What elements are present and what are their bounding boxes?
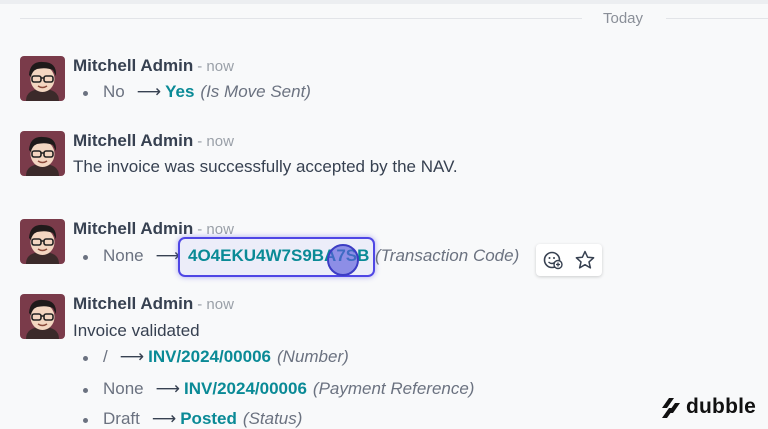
add-reaction-icon[interactable] — [542, 249, 564, 271]
arrow-right-icon: ⟶ — [136, 82, 162, 101]
field-name: (Is Move Sent) — [200, 82, 311, 101]
tracking-value: None ⟶ — [83, 246, 184, 266]
bullet — [83, 356, 88, 361]
new-value: Yes — [165, 82, 195, 101]
field-name: (Status) — [242, 409, 303, 428]
arrow-right-icon: ⟶ — [119, 347, 145, 366]
message-actions — [536, 244, 602, 276]
arrow-right-icon: ⟶ — [155, 246, 181, 265]
star-icon[interactable] — [574, 249, 596, 271]
tracking-value: No ⟶ Yes (Is Move Sent) — [83, 82, 311, 102]
message-body: Invoice validated — [73, 321, 200, 340]
old-value: / — [103, 347, 108, 366]
arrow-right-icon: ⟶ — [151, 409, 177, 428]
field-name: (Transaction Code) — [375, 246, 520, 265]
new-value: INV/2024/00006 — [148, 347, 271, 366]
message-time: - now — [197, 133, 234, 150]
tracking-value: Draft ⟶ Posted (Status) — [83, 409, 303, 429]
old-value: None — [103, 246, 144, 265]
old-value: None — [103, 379, 144, 398]
message-header: Mitchell Admin - now — [73, 56, 234, 76]
author-name[interactable]: Mitchell Admin — [73, 294, 193, 313]
date-divider-left — [20, 18, 582, 19]
tracking-value: / ⟶ INV/2024/00006 (Number) — [83, 347, 349, 367]
avatar[interactable] — [20, 56, 65, 101]
bullet — [83, 418, 88, 423]
message-time: - now — [197, 58, 234, 75]
field-name: (Payment Reference) — [312, 379, 475, 398]
avatar[interactable] — [20, 219, 65, 264]
new-value: Posted — [180, 409, 237, 428]
tracking-value: None ⟶ INV/2024/00006 (Payment Reference) — [83, 379, 475, 399]
bullet — [83, 388, 88, 393]
field-name: (Number) — [277, 347, 349, 366]
message-header: Mitchell Admin - now — [73, 131, 234, 151]
arrow-right-icon: ⟶ — [155, 379, 181, 398]
avatar[interactable] — [20, 131, 65, 176]
new-value: INV/2024/00006 — [184, 379, 307, 398]
avatar[interactable] — [20, 294, 65, 339]
author-name[interactable]: Mitchell Admin — [73, 56, 193, 75]
bullet — [83, 91, 88, 96]
bullet — [83, 255, 88, 260]
date-divider-right — [666, 18, 768, 19]
message-header: Mitchell Admin - now — [73, 294, 234, 314]
message-header: Mitchell Admin - now — [73, 219, 234, 239]
message-time: - now — [197, 221, 234, 238]
old-value: No — [103, 82, 125, 101]
brand-name: dubble — [686, 395, 757, 418]
dubble-logo-icon — [662, 398, 680, 418]
author-name[interactable]: Mitchell Admin — [73, 219, 193, 238]
cursor-indicator — [327, 244, 359, 276]
top-border — [0, 0, 768, 4]
author-name[interactable]: Mitchell Admin — [73, 131, 193, 150]
message-time: - now — [197, 296, 234, 313]
message-body: The invoice was successfully accepted by… — [73, 157, 458, 176]
old-value: Draft — [103, 409, 140, 428]
date-separator: Today — [603, 10, 644, 27]
